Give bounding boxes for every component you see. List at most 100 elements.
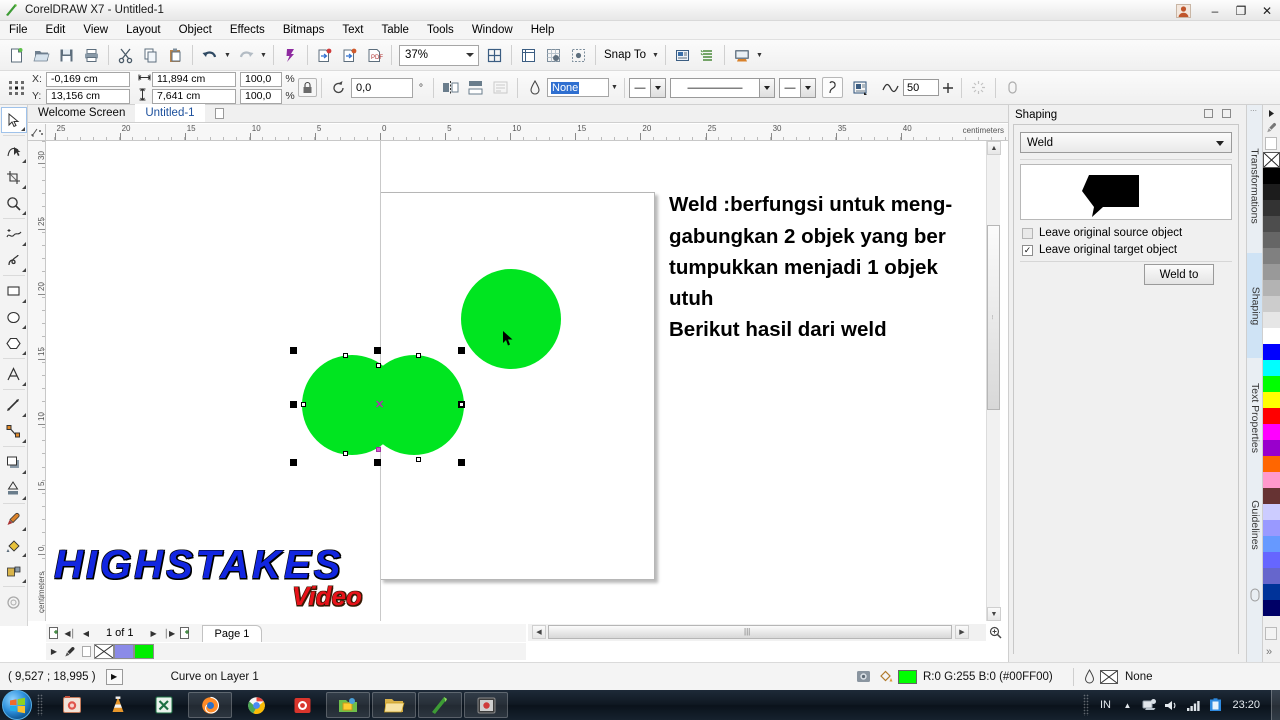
palette-swatch-green[interactable] [134, 644, 154, 659]
palette-scroll-icon[interactable]: ▶ [46, 644, 62, 660]
volume-icon[interactable] [1160, 690, 1182, 720]
interactive-fill-tool[interactable] [1, 558, 27, 584]
parallel-dimension-tool[interactable] [1, 392, 27, 418]
page-tab-page1[interactable]: Page 1 [201, 624, 263, 642]
user-account-icon[interactable] [1172, 3, 1194, 19]
menu-layout[interactable]: Layout [117, 22, 170, 38]
selection-handle-sw[interactable] [290, 459, 297, 466]
vertical-ruler[interactable]: 30 25 20 15 10 5 0 centimeters [28, 141, 46, 621]
scale-vertical-input[interactable]: 100,0 [240, 88, 282, 104]
docker-tab-transformations[interactable]: Transformations [1247, 123, 1263, 248]
import-icon[interactable] [312, 43, 337, 68]
line-style-combo[interactable]: ————— [670, 77, 775, 98]
crop-tool[interactable] [1, 164, 27, 190]
vertical-scroll-thumb[interactable]: ⦙ [987, 225, 1000, 410]
leave-original-source-checkbox[interactable]: Leave original source object [1022, 227, 1182, 239]
menu-edit[interactable]: Edit [37, 22, 75, 38]
taskbar-app-excel[interactable] [142, 692, 186, 718]
taskbar-app-photo[interactable] [50, 692, 94, 718]
palette-swatch-5[interactable] [1263, 248, 1280, 264]
close-button[interactable]: ✕ [1254, 0, 1280, 21]
palette-swatch-8[interactable] [1263, 296, 1280, 312]
palette-swatch-17[interactable] [1263, 440, 1280, 456]
minimize-button[interactable]: – [1202, 0, 1228, 21]
object-manager-icon[interactable] [695, 43, 720, 68]
horizontal-ruler[interactable]: 25 20 15 10 5 0 5 10 15 20 25 30 35 40 centimeters [28, 124, 1008, 141]
fill-color-swatch[interactable] [898, 669, 917, 684]
palette-swatch-24[interactable] [1263, 552, 1280, 568]
undo-dropdown-arrow[interactable]: ▼ [222, 43, 233, 67]
source-circle-object[interactable] [461, 269, 561, 369]
taskbar-app-coreldraw[interactable] [418, 692, 462, 718]
outline-width-combo[interactable]: None [547, 78, 609, 97]
export-icon[interactable] [337, 43, 362, 68]
palette-swatch-11[interactable] [1263, 344, 1280, 360]
menu-bitmaps[interactable]: Bitmaps [274, 22, 334, 38]
palette-swatch-20[interactable] [1263, 488, 1280, 504]
selection-handle-w[interactable] [290, 401, 297, 408]
transparency-tool[interactable] [1, 475, 27, 501]
curve-node-top-center[interactable] [416, 353, 421, 358]
next-page-button[interactable]: ▶ [146, 625, 162, 641]
palette-swatch-14[interactable] [1263, 392, 1280, 408]
rotation-input[interactable]: 0,0 [351, 77, 413, 98]
first-page-button[interactable]: ◀│ [62, 625, 78, 641]
selection-handle-se[interactable] [458, 459, 465, 466]
fill-tool[interactable] [1, 532, 27, 558]
signal-icon[interactable] [1182, 690, 1204, 720]
palette-eyedropper-icon[interactable] [1264, 121, 1279, 135]
checkbox-target-box[interactable] [1022, 244, 1033, 256]
save-icon[interactable] [54, 43, 79, 68]
snap-to-dropdown-arrow[interactable]: ▼ [650, 43, 661, 67]
menu-tools[interactable]: Tools [418, 22, 463, 38]
curve-node-top-left[interactable] [343, 353, 348, 358]
palette-swatch-2[interactable] [1263, 200, 1280, 216]
palette-swatch-15[interactable] [1263, 408, 1280, 424]
palette-custom-swatch[interactable] [1265, 627, 1277, 640]
start-button[interactable] [2, 690, 32, 720]
copy-icon[interactable] [138, 43, 163, 68]
language-indicator[interactable]: IN [1094, 690, 1116, 720]
palette-swatch-27[interactable] [1263, 600, 1280, 616]
scroll-up-button[interactable]: ▲ [987, 141, 1001, 155]
battery-icon[interactable] [1204, 690, 1226, 720]
palette-swatch-0[interactable] [1263, 168, 1280, 184]
docker-grip[interactable]: ⋯ [1250, 107, 1258, 115]
docker-minimize-icon[interactable] [1203, 108, 1214, 122]
lock-ratio-icon[interactable] [298, 78, 317, 97]
new-tab-icon[interactable] [205, 104, 234, 122]
redo-dropdown-arrow[interactable]: ▼ [258, 43, 269, 67]
mirror-horizontal-icon[interactable] [438, 75, 463, 100]
vertical-scrollbar[interactable]: ▲ ⦙ ▼ [986, 141, 1001, 621]
outline-pen-icon[interactable] [822, 77, 843, 98]
shape-tool[interactable] [1, 138, 27, 164]
palette-swatch-10[interactable] [1263, 328, 1280, 344]
tab-welcome-screen[interactable]: Welcome Screen [28, 104, 135, 122]
taskbar-app-vlc[interactable] [96, 692, 140, 718]
previous-page-button[interactable]: ◀ [78, 625, 94, 641]
show-hide-rulers-icon[interactable] [516, 43, 541, 68]
freehand-tool[interactable] [1, 221, 27, 247]
text-wrap-icon[interactable] [848, 75, 873, 100]
outline-tool[interactable] [1, 589, 27, 615]
corel-connect-icon[interactable] [278, 43, 303, 68]
rectangle-tool[interactable] [1, 278, 27, 304]
palette-swatch-19[interactable] [1263, 472, 1280, 488]
palette-swatch-13[interactable] [1263, 376, 1280, 392]
palette-swatch-6[interactable] [1263, 264, 1280, 280]
show-hide-guidelines-icon[interactable] [566, 43, 591, 68]
palette-swatch-25[interactable] [1263, 568, 1280, 584]
pick-tool[interactable] [0, 107, 27, 133]
show-hidden-icons-button[interactable]: ▲ [1116, 690, 1138, 720]
weld-to-button[interactable]: Weld to [1144, 264, 1214, 285]
checkbox-source-box[interactable] [1022, 227, 1033, 239]
ellipse-tool[interactable] [1, 304, 27, 330]
taskbar-app-chrome[interactable] [234, 692, 278, 718]
horizontal-scroll-thumb[interactable]: ||| [548, 625, 952, 639]
line-style-dropdown[interactable] [759, 78, 774, 97]
docker-tab-shaping[interactable]: Shaping [1247, 253, 1263, 358]
taskbar-app-recorder[interactable] [280, 692, 324, 718]
scale-horizontal-input[interactable]: 100,0 [240, 71, 282, 87]
paste-icon[interactable] [163, 43, 188, 68]
curve-node-top-right[interactable] [376, 363, 381, 368]
